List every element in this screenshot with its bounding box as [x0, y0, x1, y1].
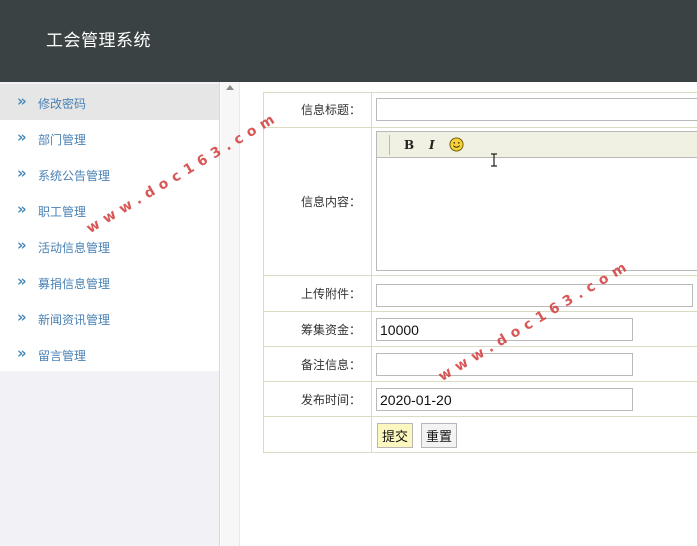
- remark-label: 备注信息：: [264, 347, 372, 381]
- sidebar-item-activity[interactable]: » 活动信息管理: [0, 228, 219, 264]
- actions-label-cell: [264, 417, 372, 452]
- submit-button[interactable]: 提交: [377, 423, 414, 448]
- rich-text-editor[interactable]: B I: [376, 131, 697, 271]
- app-header: 工会管理系统: [0, 0, 697, 82]
- double-chevron-right-icon: »: [17, 308, 27, 326]
- toolbar-separator: [389, 135, 390, 155]
- sidebar-item-label: 留言管理: [38, 349, 87, 363]
- sidebar-item-label: 活动信息管理: [38, 241, 111, 255]
- fund-label: 筹集资金：: [264, 312, 372, 346]
- scroll-up-arrow-icon[interactable]: [226, 85, 234, 90]
- double-chevron-right-icon: »: [17, 92, 27, 110]
- sidebar-item-label: 修改密码: [38, 97, 87, 111]
- info-title-input[interactable]: [376, 98, 697, 121]
- sidebar-item-change-password[interactable]: » 修改密码: [0, 84, 219, 120]
- double-chevron-right-icon: »: [17, 164, 27, 182]
- form-row-actions: [263, 417, 697, 453]
- attachment-label: 上传附件：: [264, 276, 372, 311]
- publish-time-label: 发布时间：: [264, 382, 372, 416]
- text-cursor-icon: [491, 153, 497, 167]
- double-chevron-right-icon: »: [17, 236, 27, 254]
- sidebar-item-label: 新闻资讯管理: [38, 313, 111, 327]
- sidebar-item-label: 系统公告管理: [38, 169, 111, 183]
- smiley-icon[interactable]: [449, 137, 464, 152]
- double-chevron-right-icon: »: [17, 272, 27, 290]
- sidebar-item-news[interactable]: » 新闻资讯管理: [0, 300, 219, 336]
- bold-button[interactable]: B: [404, 138, 414, 152]
- double-chevron-right-icon: »: [17, 200, 27, 218]
- sidebar-item-department[interactable]: » 部门管理: [0, 120, 219, 156]
- remark-input[interactable]: [376, 353, 633, 376]
- sidebar-item-messages[interactable]: » 留言管理: [0, 336, 219, 372]
- reset-button[interactable]: 重置: [421, 423, 458, 448]
- editor-toolbar: B I: [377, 132, 697, 158]
- sidebar-item-label: 部门管理: [38, 133, 87, 147]
- sidebar-item-donation[interactable]: » 募捐信息管理: [0, 264, 219, 300]
- double-chevron-right-icon: »: [17, 128, 27, 146]
- sidebar-menu: » 修改密码 » 部门管理 » 系统公告管理 » 职工管理 » 活动信息管理 »…: [0, 84, 219, 371]
- italic-button[interactable]: I: [429, 138, 435, 152]
- publish-time-input[interactable]: [376, 388, 633, 411]
- app-title: 工会管理系统: [46, 31, 151, 51]
- double-chevron-right-icon: »: [17, 344, 27, 362]
- attachment-input[interactable]: [376, 284, 693, 307]
- sidebar: » 修改密码 » 部门管理 » 系统公告管理 » 职工管理 » 活动信息管理 »…: [0, 82, 220, 546]
- info-content-label: 信息内容：: [264, 128, 372, 275]
- sidebar-item-label: 职工管理: [38, 205, 87, 219]
- sidebar-item-label: 募捐信息管理: [38, 277, 111, 291]
